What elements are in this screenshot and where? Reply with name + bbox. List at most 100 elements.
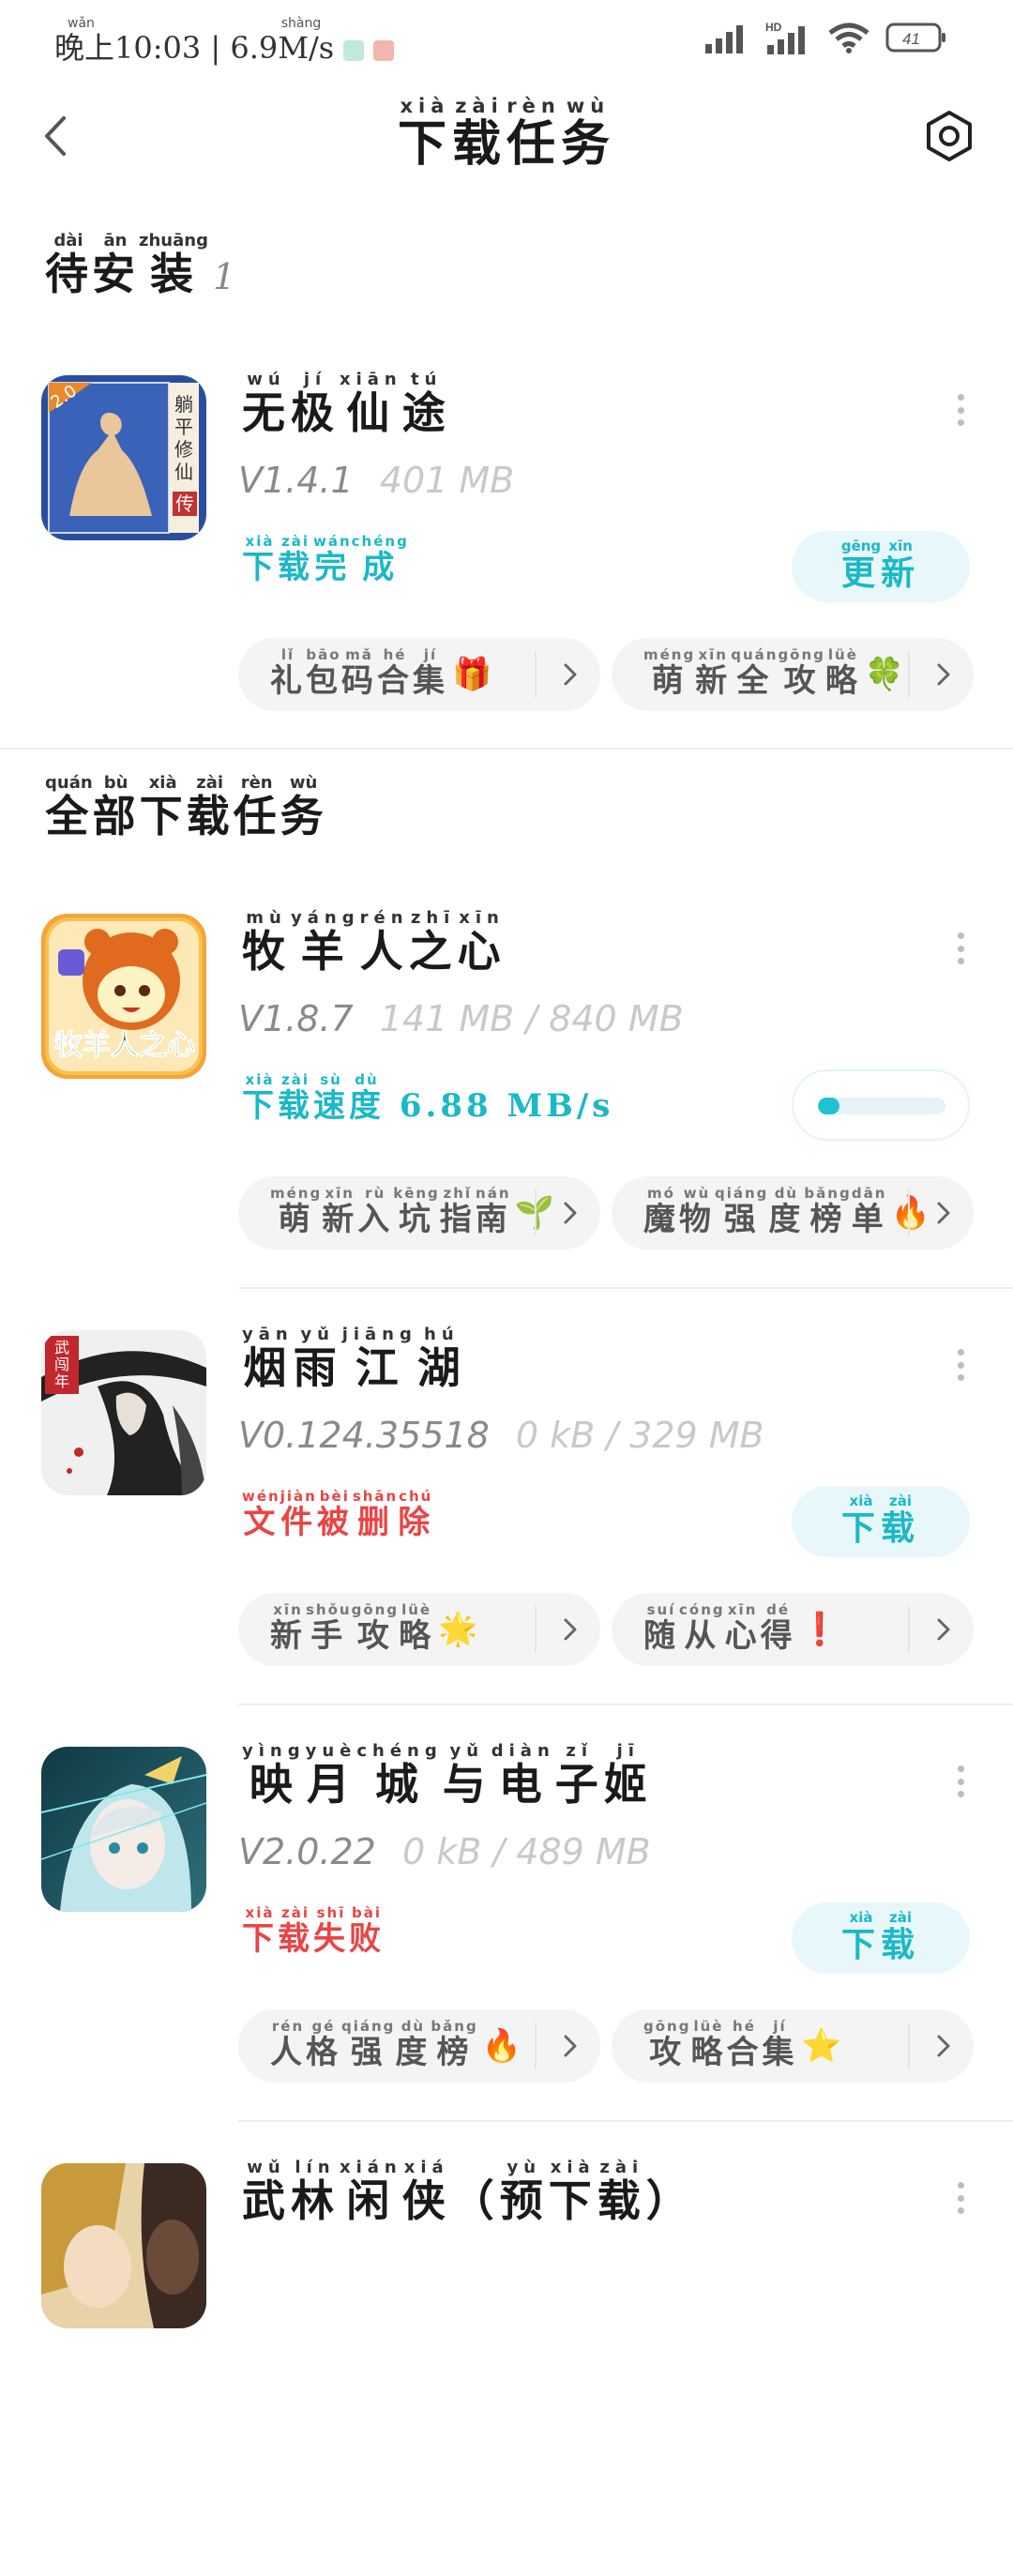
app-version: V0.124.35518 [238,1415,490,1456]
app-size: 141 MB / 840 MB [379,998,684,1039]
guide-chip[interactable]: 新xīn手shǒu攻gōng略lüè 🌟 [238,1593,600,1666]
guide-chip[interactable]: 随suí从cóng心xīn得dé ❗ [612,1593,974,1666]
chevron-right-icon [564,1202,577,1224]
battery-icon: 41 [885,23,945,53]
guide-chips: 新xīn手shǒu攻gōng略lüè 🌟 随suí从cóng心xīn得dé ❗ [238,1593,974,1666]
guide-chip[interactable]: 魔mó物wù强qiáng度dù榜bǎng单dān 🔥 [612,1176,974,1250]
status-bar: 晚上10:03 | 6.9M/swǎn shàng HD 41 [0,0,1013,75]
status-left: 晚上10:03 | 6.9M/swǎn shàng [54,16,395,67]
guide-chip-label: 人rén格gé强qiáng度dù榜bǎng [270,2018,478,2071]
svg-text:武闯年: 武闯年 [54,1339,69,1390]
guide-chips: 萌méng新xīn入rù坑kēng指zhǐ南nán 🌱 魔mó物wù强qiáng… [238,1176,974,1250]
more-options-icon[interactable] [955,932,966,964]
app-size: 0 kB / 329 MB [515,1415,764,1456]
app-version: V1.8.7 [238,998,354,1039]
guide-chip-emoji-icon: 🎁 [452,656,492,693]
chevron-right-icon [937,1618,950,1641]
guide-chip-label: 攻gōng略lüè合hé集jí [643,2018,798,2071]
guide-chip-label: 萌méng新xīn全quán攻gōng略lüè [643,646,861,700]
app-icon[interactable]: 武闯年 [41,1330,206,1495]
progress-track [818,1098,945,1114]
app-card[interactable]: 武闯年 烟yān雨yǔ江jiāng湖hú V0.124.35518 0 kB /… [0,1325,1013,1743]
download-progress-button[interactable] [792,1069,970,1141]
chevron-right-icon [564,663,577,686]
chip-separator [908,2023,910,2069]
app-name: 无wú极jí仙xiān途tú [242,370,451,438]
chip-separator [908,1606,910,1653]
card-divider [238,2120,1013,2122]
guide-chip-emoji-icon: 🌟 [438,1611,478,1648]
app-card[interactable]: 武wǔ林lín闲xián侠xiá（预yù下xià载zài） [0,2158,1013,2576]
svg-text:牧羊人之心: 牧羊人之心 [54,1029,195,1062]
pending-count: 1 [212,256,240,297]
chevron-right-icon [564,1618,577,1641]
svg-text:HD: HD [765,21,782,34]
download-status: 下xià载zài速sù度dù 6.88 MB/s [242,1071,614,1125]
app-icon[interactable] [41,1747,206,1912]
app-meta: V0.124.35518 0 kB / 329 MB [238,1415,764,1456]
app-card[interactable]: 映yìng月yuè城chéng与yǔ电diàn子zǐ姬jī V2.0.22 0 … [0,1741,1013,2159]
wifi-icon [828,23,869,53]
chevron-right-icon [564,2035,577,2057]
download-button[interactable]: 下xià 载zài [792,1902,970,1974]
app-name: 烟yān雨yǔ江jiāng湖hú [242,1325,466,1393]
battery-level: 41 [902,30,920,48]
download-speed: 6.88 MB/s [385,1087,614,1125]
download-status: 下xià载zài失shī败bài [242,1904,385,1958]
more-options-icon[interactable] [955,1349,966,1381]
app-card[interactable]: 2.0 躺平修仙 传 无wú极jí仙xiān途tú V1.4.1 401 MB … [0,370,1013,788]
svg-text:躺平修仙: 躺平修仙 [174,393,193,483]
section-divider [0,748,1013,750]
guide-chip[interactable]: 攻gōng略lüè合hé集jí ⭐ [612,2009,974,2083]
chip-separator [535,1606,537,1653]
chip-separator [908,1190,910,1236]
chevron-right-icon [937,663,950,686]
guide-chip[interactable]: 礼lǐ包bāo码mǎ合hé集jí 🎁 [238,638,600,711]
guide-chip-emoji-icon: ⭐ [801,2027,841,2065]
guide-chip-label: 魔mó物wù强qiáng度dù榜bǎng单dān [643,1185,887,1238]
chip-separator [908,651,910,698]
notification-app-icon [343,40,365,61]
more-options-icon[interactable] [955,1765,966,1797]
chevron-right-icon [937,2035,950,2057]
chip-separator [535,2023,537,2069]
app-card[interactable]: 牧羊人之心 牧mù羊yáng人rén之zhī心xīn V1.8.7 141 MB… [0,908,1013,1326]
guide-chip-emoji-icon: 🔥 [481,2027,522,2065]
update-button[interactable]: 更gēng 新xīn [792,531,970,602]
page-title: 下xià载zài任rèn务wù [397,95,616,173]
progress-fill [818,1098,840,1114]
guide-chip[interactable]: 萌méng新xīn全quán攻gōng略lüè 🍀 [612,638,974,711]
more-options-icon[interactable] [955,2182,966,2214]
download-button[interactable]: 下xià 载zài [792,1486,970,1557]
app-size: 401 MB [379,460,515,501]
download-status: 下xià载zài完wán成chéng [242,533,409,586]
chevron-right-icon [937,1202,950,1224]
app-version: V1.4.1 [238,460,354,501]
app-icon[interactable]: 2.0 躺平修仙 传 [41,375,206,540]
app-meta: V2.0.22 0 kB / 489 MB [238,1831,651,1872]
guide-chip-emoji-icon: 🔥 [890,1194,931,1232]
app-icon[interactable]: 牧羊人之心 [41,914,206,1079]
app-icon[interactable] [41,2163,206,2328]
more-options-icon[interactable] [955,394,966,426]
svg-text:传: 传 [175,492,194,515]
guide-chip-label: 礼lǐ包bāo码mǎ合hé集jí [270,646,448,700]
settings-icon[interactable] [923,110,975,162]
guide-chip-label: 随suí从cóng心xīn得dé [643,1601,796,1655]
app-meta: V1.8.7 141 MB / 840 MB [238,998,684,1039]
notification-app-icon [373,40,395,61]
signal-hd-icon: HD [765,21,805,54]
guide-chip-emoji-icon: ❗ [799,1611,839,1648]
card-divider [238,1704,1013,1705]
guide-chip[interactable]: 萌méng新xīn入rù坑kēng指zhǐ南nán 🌱 [238,1176,600,1250]
guide-chip-label: 新xīn手shǒu攻gōng略lüè [270,1601,435,1655]
guide-chip[interactable]: 人rén格gé强qiáng度dù榜bǎng 🔥 [238,2009,600,2083]
guide-chips: 礼lǐ包bāo码mǎ合hé集jí 🎁 萌méng新xīn全quán攻gōng略l… [238,638,974,711]
app-size: 0 kB / 489 MB [401,1831,651,1872]
chip-separator [535,1190,537,1236]
card-divider [238,1287,1013,1289]
all-tasks-section-title: 全quán部bù下xià载zài任rèn务wù [45,773,327,841]
app-name: 牧mù羊yáng人rén之zhī心xīn [242,908,506,977]
signal-icon [705,25,743,53]
status-right: HD 41 [703,21,947,54]
